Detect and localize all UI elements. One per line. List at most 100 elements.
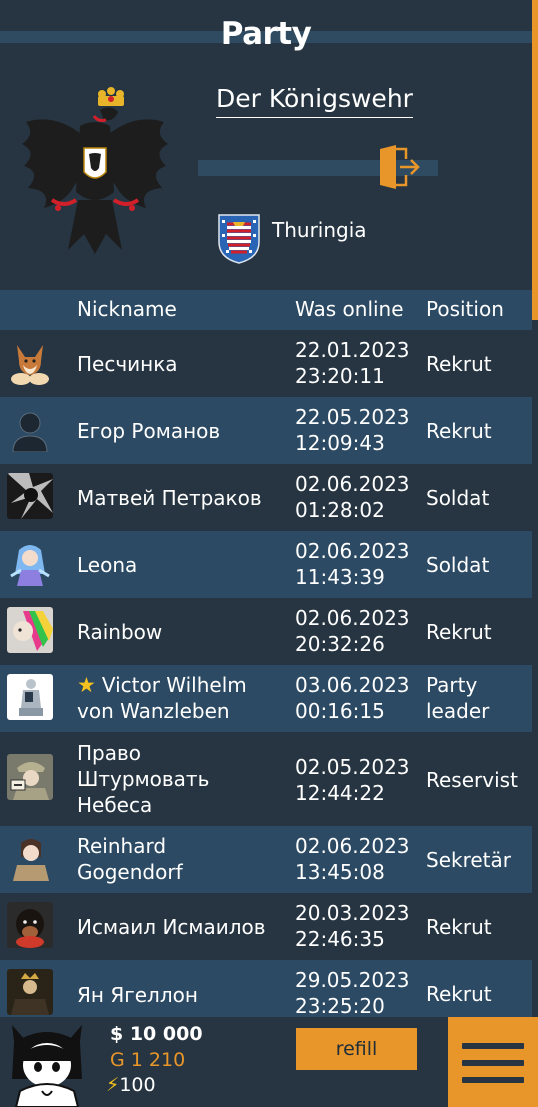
member-position: Rekrut <box>426 982 492 1006</box>
party-name[interactable]: Der Königswehr <box>216 84 413 118</box>
nickname-line: Штурмовать <box>77 767 210 791</box>
member-position: Party leader <box>426 672 532 724</box>
table-row[interactable]: ★ Victor Wilhelm von Wanzleben 03.06.2023… <box>0 665 532 732</box>
last-online-date: 02.06.2023 <box>295 472 410 496</box>
table-row[interactable]: Матвей Петраков 02.06.2023 01:28:02 Sold… <box>0 464 532 531</box>
lightning-icon: ⚡ <box>106 1074 120 1096</box>
member-nickname[interactable]: Reinhard Gogendorf <box>77 833 289 885</box>
table-row[interactable]: Егор Романов 22.05.2023 12:09:43 Rekrut <box>0 397 532 464</box>
party-page: Party Der Königswehr Thuringia Nickname … <box>0 0 538 1107</box>
member-position: Rekrut <box>426 419 492 443</box>
member-nickname[interactable]: Егор Романов <box>77 418 289 444</box>
member-last-online: 02.06.2023 11:43:39 <box>295 538 420 590</box>
energy-value: 100 <box>119 1074 156 1096</box>
last-online-date: 22.01.2023 <box>295 338 410 362</box>
member-last-online: 02.06.2023 20:32:26 <box>295 605 420 657</box>
member-position: Sekretär <box>426 848 511 872</box>
member-last-online: 02.05.2023 12:44:22 <box>295 754 420 806</box>
money-balance: $ 10 000 <box>110 1023 203 1045</box>
member-last-online: 29.05.2023 23:25:20 <box>295 967 420 1019</box>
member-nickname[interactable]: Песчинка <box>77 351 289 377</box>
member-position: Rekrut <box>426 620 492 644</box>
soldier-avatar-icon[interactable] <box>7 754 53 800</box>
nickname-line: Gogendorf <box>77 860 183 884</box>
statue-avatar-icon[interactable] <box>7 674 53 720</box>
member-last-online: 02.06.2023 13:45:08 <box>295 833 420 885</box>
member-position: Soldat <box>426 553 490 577</box>
column-header-position[interactable]: Position <box>426 297 504 321</box>
scrollbar[interactable] <box>532 0 538 320</box>
last-online-time: 12:09:43 <box>295 431 385 455</box>
column-header-nickname[interactable]: Nickname <box>77 297 177 321</box>
exit-door-icon[interactable] <box>376 145 422 189</box>
member-nickname[interactable]: ★ Victor Wilhelm von Wanzleben <box>77 672 289 724</box>
last-online-date: 02.06.2023 <box>295 606 410 630</box>
last-online-date: 22.05.2023 <box>295 405 410 429</box>
column-header-was-online[interactable]: Was online <box>295 297 404 321</box>
anime-girl-user-avatar-icon[interactable] <box>6 1017 88 1107</box>
dog-avatar-icon[interactable] <box>7 902 53 948</box>
gold-balance: G 1 210 <box>110 1049 186 1071</box>
last-online-date: 20.03.2023 <box>295 901 410 925</box>
thuringia-coat-of-arms-icon[interactable] <box>218 214 260 264</box>
table-row[interactable]: Право Штурмовать Небеса 02.05.2023 12:44… <box>0 732 532 826</box>
last-online-time: 01:28:02 <box>295 498 385 522</box>
fox-avatar-icon[interactable] <box>7 339 53 385</box>
member-last-online: 03.06.2023 00:16:15 <box>295 672 420 724</box>
nickname-line: Reinhard <box>77 834 167 858</box>
table-row[interactable]: Песчинка 22.01.2023 23:20:11 Rekrut <box>0 330 532 397</box>
member-nickname[interactable]: Rainbow <box>77 619 289 645</box>
nickname-line: Право <box>77 741 142 765</box>
bottom-status-bar: $ 10 000 G 1 210 ⚡100 refill <box>0 1017 538 1107</box>
member-nickname[interactable]: Ян Ягеллон <box>77 982 289 1008</box>
member-position: Reservist <box>426 768 518 792</box>
member-nickname[interactable]: Leona <box>77 552 289 578</box>
dark-art-avatar-icon[interactable] <box>7 473 53 519</box>
region-name[interactable]: Thuringia <box>272 218 367 242</box>
last-online-time: 00:16:15 <box>295 699 385 723</box>
refill-button[interactable]: refill <box>296 1028 417 1070</box>
last-online-date: 02.06.2023 <box>295 539 410 563</box>
hamburger-menu-icon[interactable] <box>448 1017 538 1107</box>
position-line: leader <box>426 699 490 723</box>
member-nickname[interactable]: Исмаил Исмаилов <box>77 914 289 940</box>
member-position: Rekrut <box>426 352 492 376</box>
last-online-date: 29.05.2023 <box>295 968 410 992</box>
member-position: Soldat <box>426 486 490 510</box>
anime-officer-avatar-icon[interactable] <box>7 835 53 881</box>
last-online-time: 13:45:08 <box>295 860 385 884</box>
member-last-online: 22.05.2023 12:09:43 <box>295 404 420 456</box>
page-title: Party <box>220 16 312 52</box>
last-online-date: 02.05.2023 <box>295 755 410 779</box>
last-online-time: 20:32:26 <box>295 632 385 656</box>
last-online-date: 03.06.2023 <box>295 673 410 697</box>
last-online-time: 23:25:20 <box>295 994 385 1018</box>
party-header: Party Der Königswehr Thuringia <box>0 0 532 290</box>
members-table-header: Nickname Was online Position <box>0 290 532 330</box>
nickname-line: Небеса <box>77 793 153 817</box>
member-last-online: 02.06.2023 01:28:02 <box>295 471 420 523</box>
member-last-online: 20.03.2023 22:46:35 <box>295 900 420 952</box>
last-online-time: 22:46:35 <box>295 927 385 951</box>
nickname-line: von Wanzleben <box>77 699 230 723</box>
member-position: Rekrut <box>426 915 492 939</box>
king-portrait-avatar-icon[interactable] <box>7 969 53 1015</box>
anime-girl-avatar-icon[interactable] <box>7 540 53 586</box>
table-row[interactable]: Исмаил Исмаилов 20.03.2023 22:46:35 Rekr… <box>0 893 532 960</box>
table-row[interactable]: Reinhard Gogendorf 02.06.2023 13:45:08 S… <box>0 826 532 893</box>
table-row[interactable]: Rainbow 02.06.2023 20:32:26 Rekrut <box>0 598 532 665</box>
last-online-time: 11:43:39 <box>295 565 385 589</box>
energy-level: ⚡100 <box>106 1074 156 1096</box>
rainbow-avatar-icon[interactable] <box>7 607 53 653</box>
default-person-avatar-icon[interactable] <box>7 406 53 452</box>
member-last-online: 22.01.2023 23:20:11 <box>295 337 420 389</box>
last-online-date: 02.06.2023 <box>295 834 410 858</box>
position-line: Party <box>426 673 478 697</box>
imperial-eagle-icon <box>18 82 170 258</box>
table-row[interactable]: Leona 02.06.2023 11:43:39 Soldat <box>0 531 532 598</box>
last-online-time: 12:44:22 <box>295 781 385 805</box>
member-nickname[interactable]: Матвей Петраков <box>77 485 289 511</box>
member-nickname[interactable]: Право Штурмовать Небеса <box>77 740 289 818</box>
star-icon: ★ <box>77 673 96 697</box>
last-online-time: 23:20:11 <box>295 364 385 388</box>
